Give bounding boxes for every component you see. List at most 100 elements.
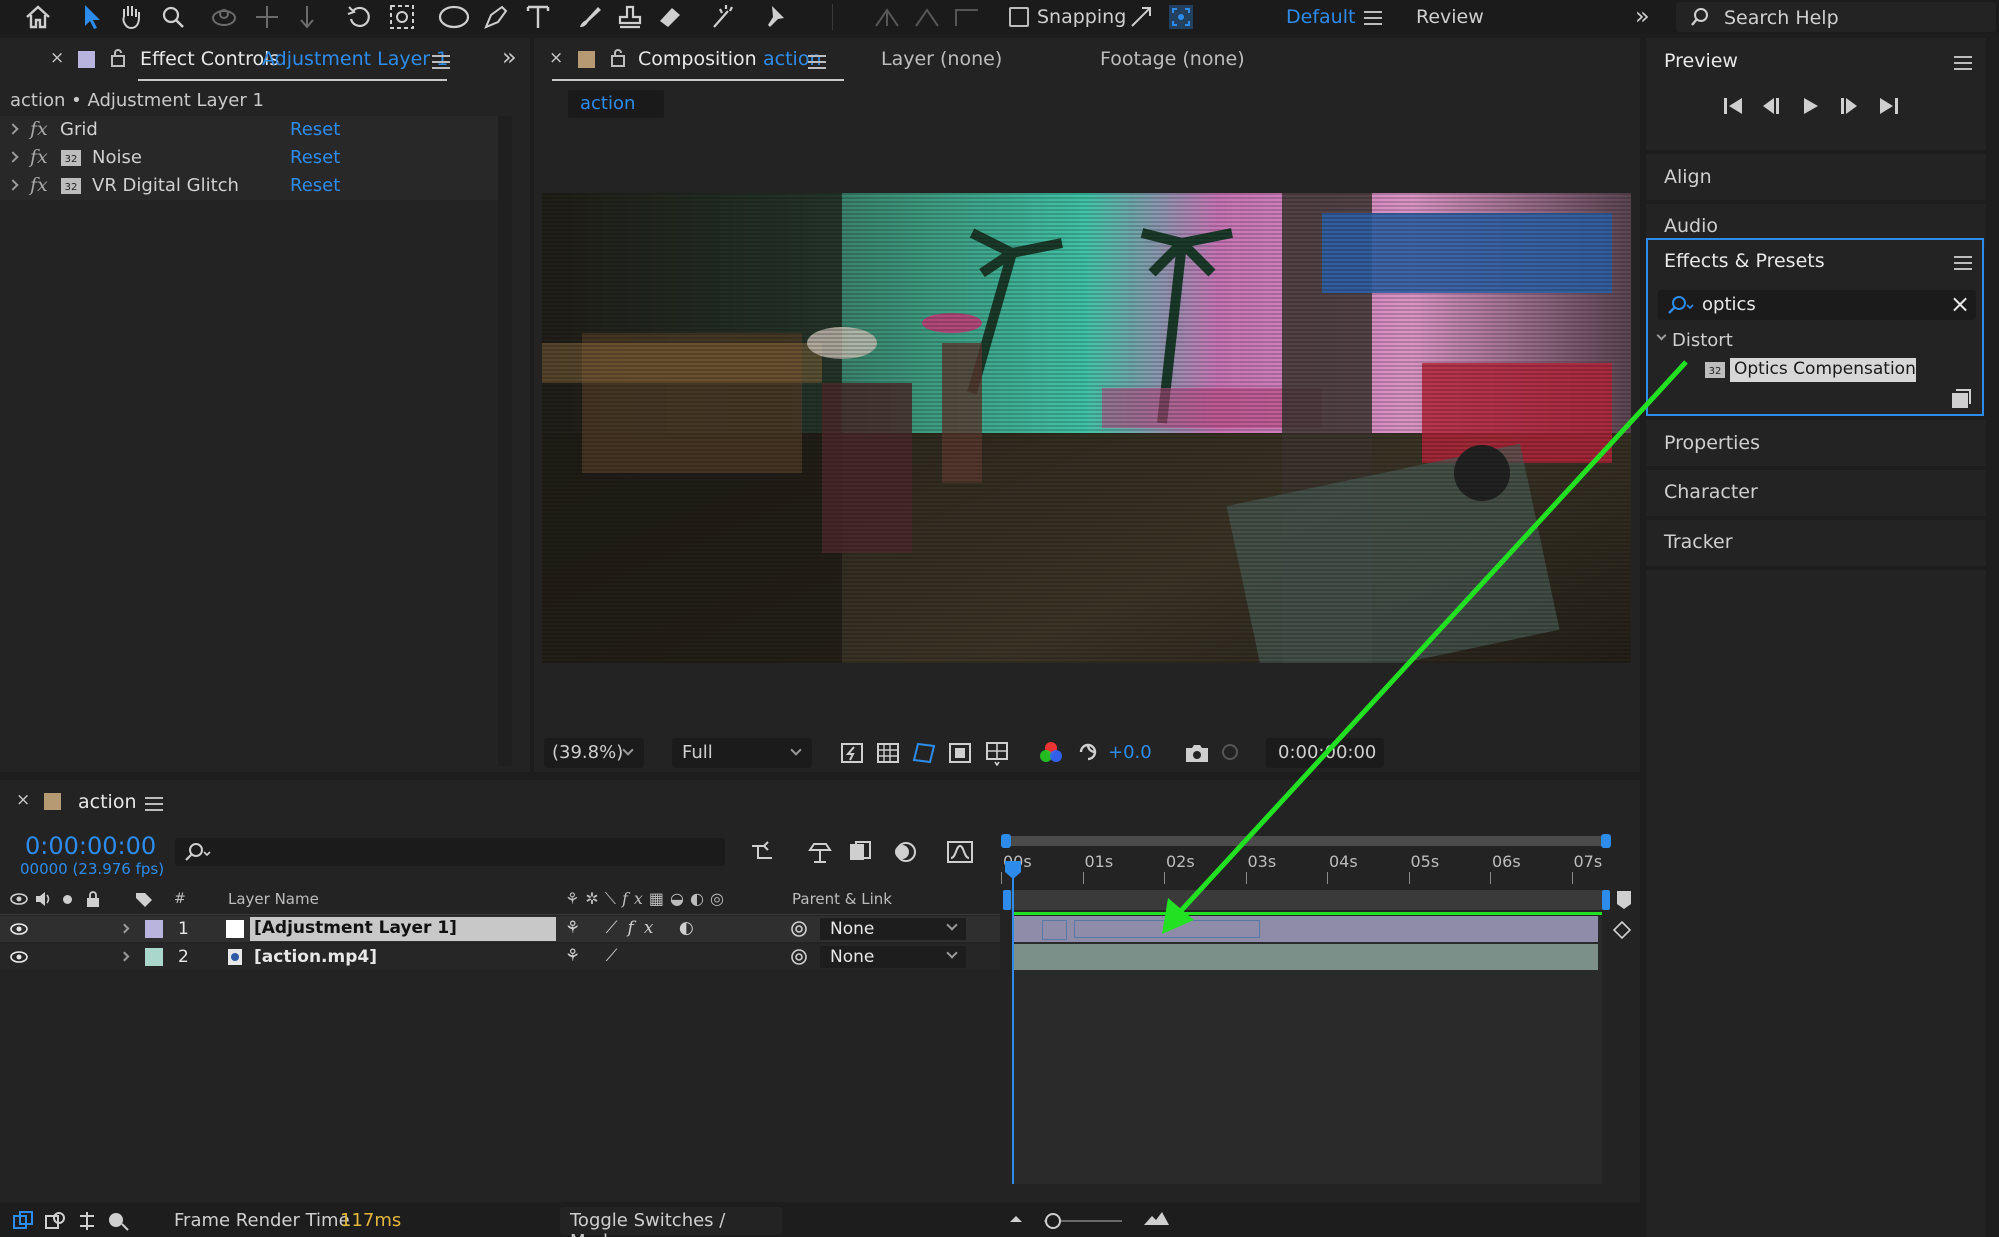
orbit-tool-icon[interactable] [210, 4, 238, 30]
expand-layer-chevron-icon[interactable] [119, 923, 130, 934]
properties-panel[interactable]: Properties [1646, 420, 1986, 466]
transparency-grid-icon[interactable] [876, 742, 900, 764]
toggle-switches-modes-button[interactable]: Toggle Switches / Modes [560, 1207, 782, 1237]
parent-link-column-header[interactable]: Parent & Link [792, 890, 892, 908]
effect-row-grid[interactable]: fx Grid Reset [0, 116, 500, 144]
graph-editor-icon[interactable] [946, 838, 974, 864]
previous-frame-icon[interactable] [1760, 96, 1782, 116]
tracker-panel[interactable]: Tracker [1646, 520, 1986, 566]
puppet-pin-tool-icon[interactable] [760, 3, 788, 31]
layer-row-1[interactable]: 1 [Adjustment Layer 1] ⚘ ⟋fx ◐ None [0, 916, 1000, 942]
resolution-dropdown[interactable]: Full [672, 738, 812, 768]
eraser-tool-icon[interactable] [656, 3, 684, 31]
label-header-icon[interactable] [134, 891, 154, 909]
layer-row-2[interactable]: 2 [action.mp4] ⚘ ⟋ None [0, 944, 1000, 970]
navigator-start-handle[interactable] [1001, 834, 1011, 848]
reset-link[interactable]: Reset [290, 175, 340, 196]
expand-layer-chevron-icon[interactable] [119, 951, 130, 962]
hand-tool-icon[interactable] [118, 3, 144, 31]
timeline-menu-icon[interactable] [145, 797, 163, 811]
layer-name[interactable]: [action.mp4] [254, 947, 377, 967]
solo-header-icon[interactable] [63, 895, 72, 904]
composition-menu-icon[interactable] [808, 55, 826, 69]
effect-controls-menu-icon[interactable] [432, 55, 450, 69]
video-visibility-header-icon[interactable] [10, 892, 28, 906]
preview-menu-icon[interactable] [1954, 56, 1972, 70]
in-out-toggle-icon[interactable] [76, 1210, 98, 1232]
rotate-tool-icon[interactable] [346, 3, 374, 31]
expand-chevron-icon[interactable] [7, 123, 19, 135]
pen-tool-icon[interactable] [482, 3, 510, 31]
effect-item-optics-compensation[interactable]: 32 Optics Compensation [1648, 356, 1982, 384]
layer-name-field[interactable]: [Adjustment Layer 1] [250, 917, 556, 941]
first-frame-icon[interactable] [1722, 96, 1744, 116]
motion-blur-icon[interactable] [892, 840, 918, 864]
eye-icon[interactable] [10, 950, 28, 964]
fx-icon[interactable]: fx [30, 174, 48, 196]
grid-guides-icon[interactable] [984, 740, 1010, 766]
work-area-end-handle[interactable] [1602, 890, 1610, 910]
category-distort[interactable]: Distort [1648, 328, 1982, 354]
snap-target-icon[interactable] [1167, 3, 1195, 31]
zoom-tool-icon[interactable] [160, 4, 186, 30]
reset-link[interactable]: Reset [290, 147, 340, 168]
effects-presets-title[interactable]: Effects & Presets [1664, 250, 1825, 272]
search-help-field[interactable]: Search Help [1676, 2, 1996, 32]
channel-rgb-icon[interactable] [1038, 740, 1064, 766]
viewer-timecode[interactable]: 0:00:00:00 [1266, 738, 1384, 768]
composition-viewer-image[interactable] [542, 193, 1631, 663]
reset-exposure-icon[interactable] [1076, 740, 1100, 764]
effect-row-vr-digital-glitch[interactable]: fx 32 VR Digital Glitch Reset [0, 172, 500, 200]
next-frame-icon[interactable] [1838, 96, 1860, 116]
effects-presets-menu-icon[interactable] [1954, 256, 1972, 270]
last-frame-icon[interactable] [1878, 96, 1900, 116]
lock-header-icon[interactable] [86, 890, 100, 908]
close-panel-icon[interactable]: × [16, 790, 30, 810]
home-icon[interactable] [24, 4, 52, 30]
comp-marker-bin-icon[interactable] [1616, 890, 1632, 910]
reset-link[interactable]: Reset [290, 119, 340, 140]
workspace-menu-icon[interactable] [1364, 11, 1382, 25]
time-ruler[interactable]: 00s01s02s03s04s05s06s07s [1001, 850, 1607, 886]
transfer-controls-toggle-icon[interactable] [44, 1210, 66, 1232]
pick-whip-icon[interactable] [790, 948, 808, 966]
preview-panel-title[interactable]: Preview [1664, 50, 1738, 72]
expand-chevron-icon[interactable] [7, 179, 19, 191]
pick-whip-icon[interactable] [790, 920, 808, 938]
type-tool-icon[interactable] [524, 3, 552, 31]
character-panel[interactable]: Character [1646, 470, 1986, 516]
parent-dropdown[interactable]: None [820, 946, 966, 968]
layer-viewer-tab[interactable]: Layer (none) [881, 48, 1002, 70]
layer-name-column-header[interactable]: Layer Name [228, 890, 319, 908]
snap-options-icon[interactable] [1128, 4, 1154, 30]
more-workspaces-icon[interactable]: » [1635, 2, 1650, 30]
effect-row-noise[interactable]: fx 32 Noise Reset [0, 144, 500, 172]
magnification-dropdown[interactable]: (39.8%) [544, 738, 644, 768]
effect-controls-tab-title[interactable]: Effect Controls [140, 48, 279, 70]
fast-previews-icon[interactable] [840, 742, 864, 764]
workspace-default[interactable]: Default [1286, 6, 1355, 28]
layer-label-color[interactable] [145, 920, 163, 938]
roto-brush-tool-icon[interactable] [710, 3, 742, 31]
camera-behind-tool-icon[interactable] [388, 3, 416, 31]
align-axis-icon[interactable] [872, 4, 902, 30]
time-navigator[interactable] [1001, 834, 1611, 848]
layer-switches[interactable]: ⚘ ⟋ [565, 946, 628, 966]
current-time-display[interactable]: 0:00:00:00 [25, 832, 156, 860]
fx-icon[interactable]: fx [30, 118, 48, 140]
draft-3d-icon[interactable] [806, 840, 834, 864]
brush-tool-icon[interactable] [576, 3, 604, 31]
view-axis-icon[interactable] [952, 4, 982, 30]
close-panel-icon[interactable]: × [50, 48, 64, 68]
expand-panels-icon[interactable]: » [502, 43, 517, 71]
align-panel[interactable]: Align [1646, 154, 1986, 200]
clone-stamp-tool-icon[interactable] [616, 3, 644, 31]
new-preset-icon[interactable] [1950, 388, 1972, 410]
work-area-bar[interactable] [1003, 890, 1610, 910]
fx-icon[interactable]: fx [30, 146, 48, 168]
audio-header-icon[interactable] [34, 891, 52, 907]
effects-search-input[interactable]: optics × [1658, 290, 1976, 320]
region-of-interest-icon[interactable] [948, 742, 972, 764]
workspace-review[interactable]: Review [1416, 6, 1484, 28]
zoom-out-icon[interactable] [1008, 1212, 1024, 1226]
